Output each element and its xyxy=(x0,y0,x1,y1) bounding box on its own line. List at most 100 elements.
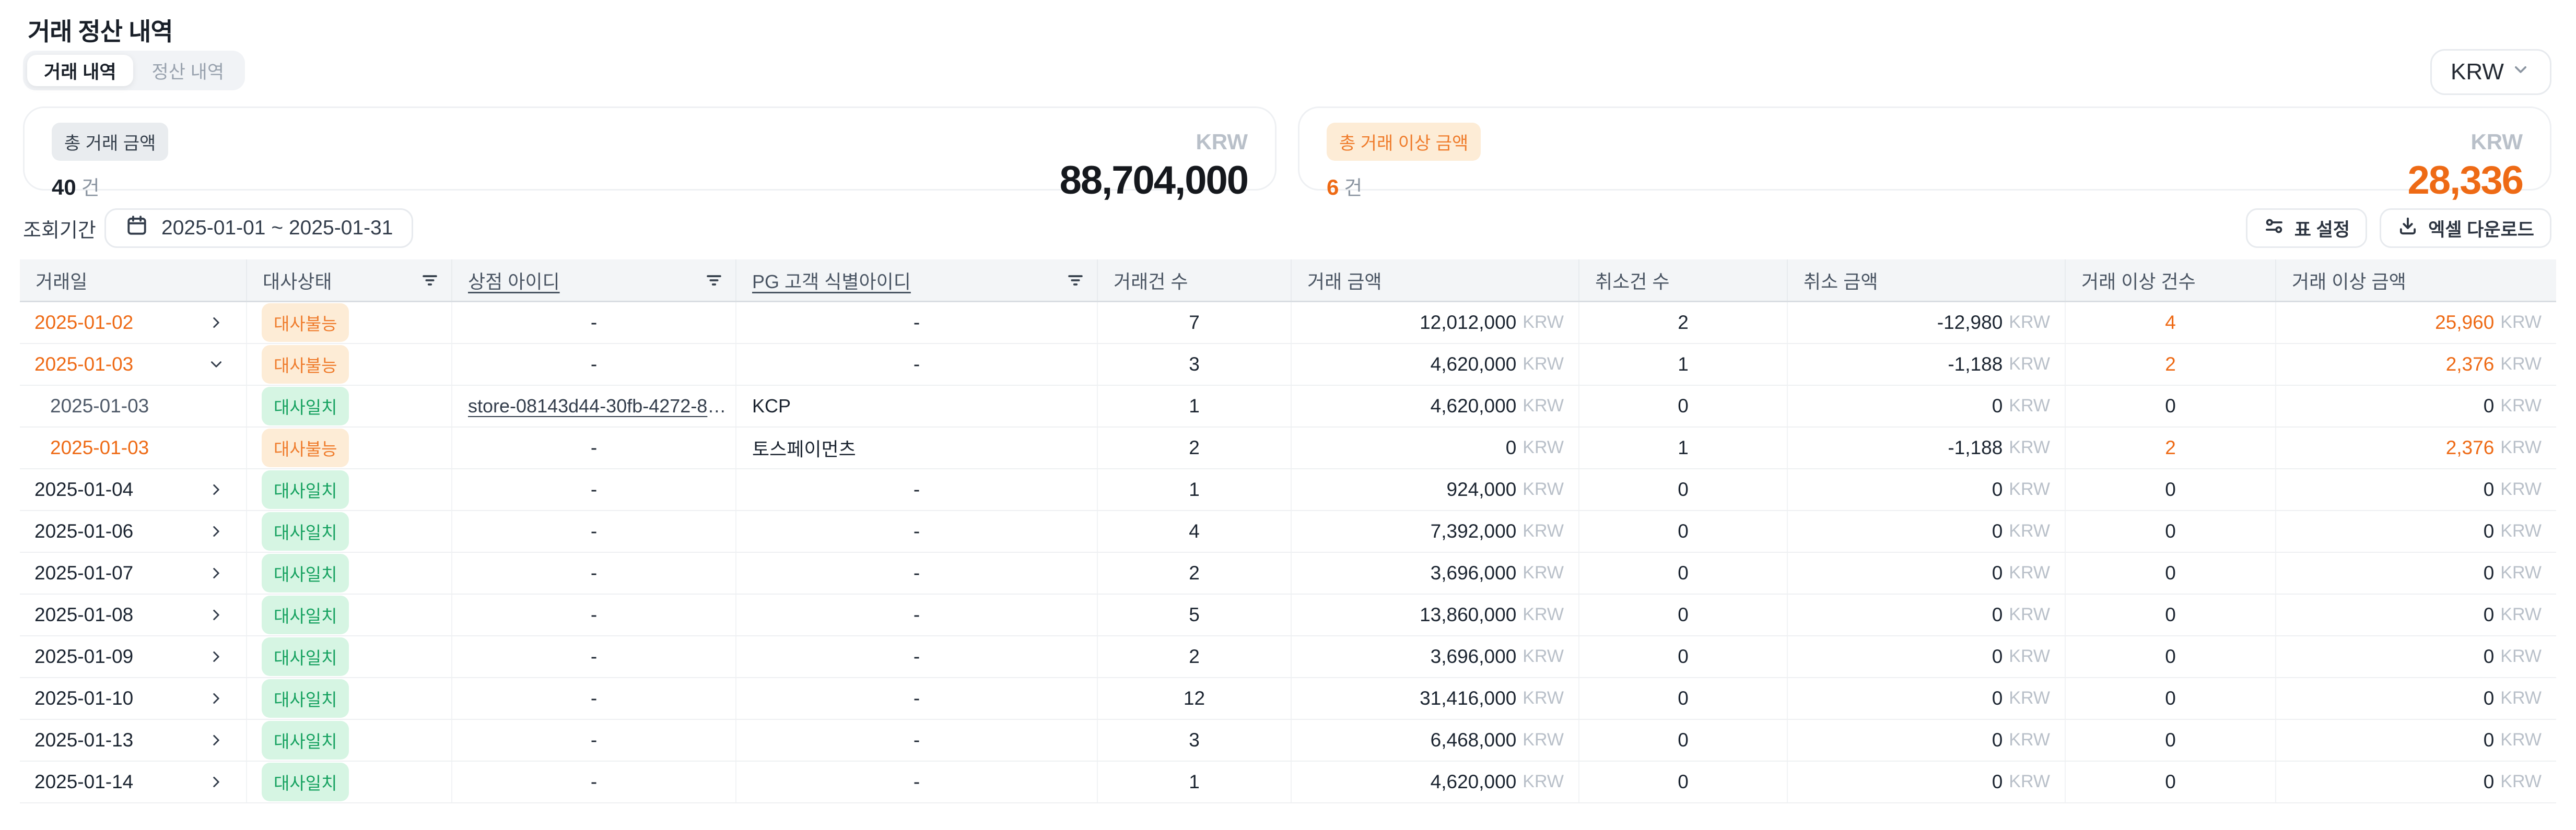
card-amount: 28,336 xyxy=(2408,161,2523,200)
chevron-right-icon[interactable] xyxy=(207,523,225,540)
table-header-row: 거래일대사상태상점 아이디PG 고객 식별아이디거래건 수거래 금액취소건 수취… xyxy=(20,259,2556,302)
transaction-amount: 4,620,000 xyxy=(1431,395,1517,417)
date-range-picker[interactable]: 2025-01-01 ~ 2025-01-31 xyxy=(104,208,413,248)
pg-customer-id: - xyxy=(736,720,1097,761)
table-row: 2025-01-14대사일치--14,620,000KRW00KRW00KRW xyxy=(20,761,2556,803)
pg-customer-id: - xyxy=(736,553,1097,594)
transaction-date: 2025-01-03 xyxy=(34,353,133,375)
card-count: 6 xyxy=(1327,175,1339,200)
page-title: 거래 정산 내역 xyxy=(28,11,173,48)
currency-suffix: KRW xyxy=(2009,563,2050,583)
anomaly-amount: 0 xyxy=(2484,729,2495,751)
chevron-down-icon[interactable] xyxy=(207,355,225,373)
currency-suffix: KRW xyxy=(1523,604,1564,625)
table-settings-button[interactable]: 표 설정 xyxy=(2246,208,2367,248)
cancel-amount: 0 xyxy=(1992,687,2003,709)
transaction-date: 2025-01-13 xyxy=(34,729,133,751)
currency-suffix: KRW xyxy=(1523,646,1564,667)
chevron-right-icon[interactable] xyxy=(207,314,225,331)
currency-suffix: KRW xyxy=(1523,688,1564,708)
currency-suffix: KRW xyxy=(2500,730,2542,750)
column-header-4: PG 고객 식별아이디 xyxy=(736,259,1097,302)
table-row: 2025-01-03대사일치store-08143d44-30fb-4272-8… xyxy=(20,385,2556,427)
status-badge: 대사불능 xyxy=(262,303,349,342)
filter-icon[interactable] xyxy=(704,270,724,290)
anomaly-amount: 0 xyxy=(2484,479,2495,501)
currency-suffix: KRW xyxy=(2009,396,2050,416)
chevron-right-icon[interactable] xyxy=(207,648,225,666)
currency-select[interactable]: KRW xyxy=(2430,49,2551,95)
transaction-count: 5 xyxy=(1189,604,1200,626)
currency-suffix: KRW xyxy=(2500,646,2542,667)
cancel-amount: 0 xyxy=(1992,562,2003,584)
status-badge: 대사일치 xyxy=(262,596,349,634)
column-label: 취소 금액 xyxy=(1804,267,1878,294)
cancel-count: 0 xyxy=(1678,395,1689,417)
cancel-count: 2 xyxy=(1678,312,1689,334)
chevron-right-icon[interactable] xyxy=(207,690,225,707)
pg-customer-id: - xyxy=(736,762,1097,802)
currency-suffix: KRW xyxy=(1523,521,1564,541)
anomaly-count: 4 xyxy=(2165,312,2176,334)
cancel-amount: 0 xyxy=(1992,520,2003,542)
transaction-date: 2025-01-02 xyxy=(34,312,133,334)
transaction-amount: 4,620,000 xyxy=(1431,771,1517,793)
pg-customer-id: KCP xyxy=(752,395,791,417)
date-range-value: 2025-01-01 ~ 2025-01-31 xyxy=(161,217,393,240)
store-id-link[interactable]: store-08143d44-30fb-4272-8b95-bfb... xyxy=(468,395,735,417)
anomaly-amount: 0 xyxy=(2484,520,2495,542)
chevron-right-icon[interactable] xyxy=(207,481,225,499)
transaction-count: 1 xyxy=(1189,771,1200,793)
cancel-count: 0 xyxy=(1678,729,1689,751)
card-currency-label: KRW xyxy=(1196,129,1248,155)
column-header-6: 거래 금액 xyxy=(1291,259,1579,302)
currency-suffix: KRW xyxy=(2009,479,2050,500)
column-label: 상점 아이디 xyxy=(468,267,560,294)
table-settings-icon xyxy=(2263,215,2285,242)
chevron-right-icon[interactable] xyxy=(207,731,225,749)
download-icon xyxy=(2397,215,2419,242)
anomaly-count: 0 xyxy=(2165,562,2176,584)
currency-suffix: KRW xyxy=(2009,688,2050,708)
status-badge: 대사일치 xyxy=(262,679,349,718)
chevron-right-icon[interactable] xyxy=(207,773,225,791)
anomaly-amount: 0 xyxy=(2484,687,2495,709)
transaction-amount: 6,468,000 xyxy=(1431,729,1517,751)
excel-download-button[interactable]: 엑셀 다운로드 xyxy=(2380,208,2551,248)
column-header-9: 거래 이상 건수 xyxy=(2065,259,2276,302)
column-label: 거래 이상 금액 xyxy=(2292,267,2406,294)
transaction-date: 2025-01-06 xyxy=(34,520,133,542)
currency-suffix: KRW xyxy=(1523,437,1564,458)
store-id: - xyxy=(452,595,735,635)
cancel-amount: 0 xyxy=(1992,604,2003,626)
cancel-amount: 0 xyxy=(1992,479,2003,501)
tab-settlement-history[interactable]: 정산 내역 xyxy=(135,55,241,86)
transaction-date: 2025-01-10 xyxy=(34,687,133,709)
transaction-amount: 31,416,000 xyxy=(1420,687,1516,709)
card-count-unit: 건 xyxy=(81,172,100,200)
chevron-right-icon[interactable] xyxy=(207,564,225,582)
currency-suffix: KRW xyxy=(2009,772,2050,792)
card-count: 40 xyxy=(52,175,76,200)
tab-transaction-history[interactable]: 거래 내역 xyxy=(27,55,133,86)
column-header-2: 대사상태 xyxy=(247,259,452,302)
transaction-date: 2025-01-14 xyxy=(34,771,133,793)
transaction-date: 2025-01-07 xyxy=(34,562,133,584)
column-label: 대사상태 xyxy=(263,267,332,294)
transaction-amount: 0 xyxy=(1506,437,1517,459)
transaction-date: 2025-01-03 xyxy=(50,395,149,417)
currency-suffix: KRW xyxy=(1523,730,1564,750)
column-header-10: 거래 이상 금액 xyxy=(2276,259,2556,302)
chevron-right-icon[interactable] xyxy=(207,606,225,624)
currency-suffix: KRW xyxy=(2009,354,2050,374)
currency-suffix: KRW xyxy=(2500,312,2542,333)
anomaly-count: 2 xyxy=(2165,353,2176,375)
table-row: 2025-01-08대사일치--513,860,000KRW00KRW00KRW xyxy=(20,594,2556,636)
transaction-amount: 3,696,000 xyxy=(1431,562,1517,584)
column-label: 거래건 수 xyxy=(1114,267,1188,294)
currency-suffix: KRW xyxy=(1523,396,1564,416)
currency-suffix: KRW xyxy=(2500,688,2542,708)
filter-icon[interactable] xyxy=(1065,270,1085,290)
filter-icon[interactable] xyxy=(420,270,440,290)
transaction-amount: 12,012,000 xyxy=(1420,312,1516,334)
